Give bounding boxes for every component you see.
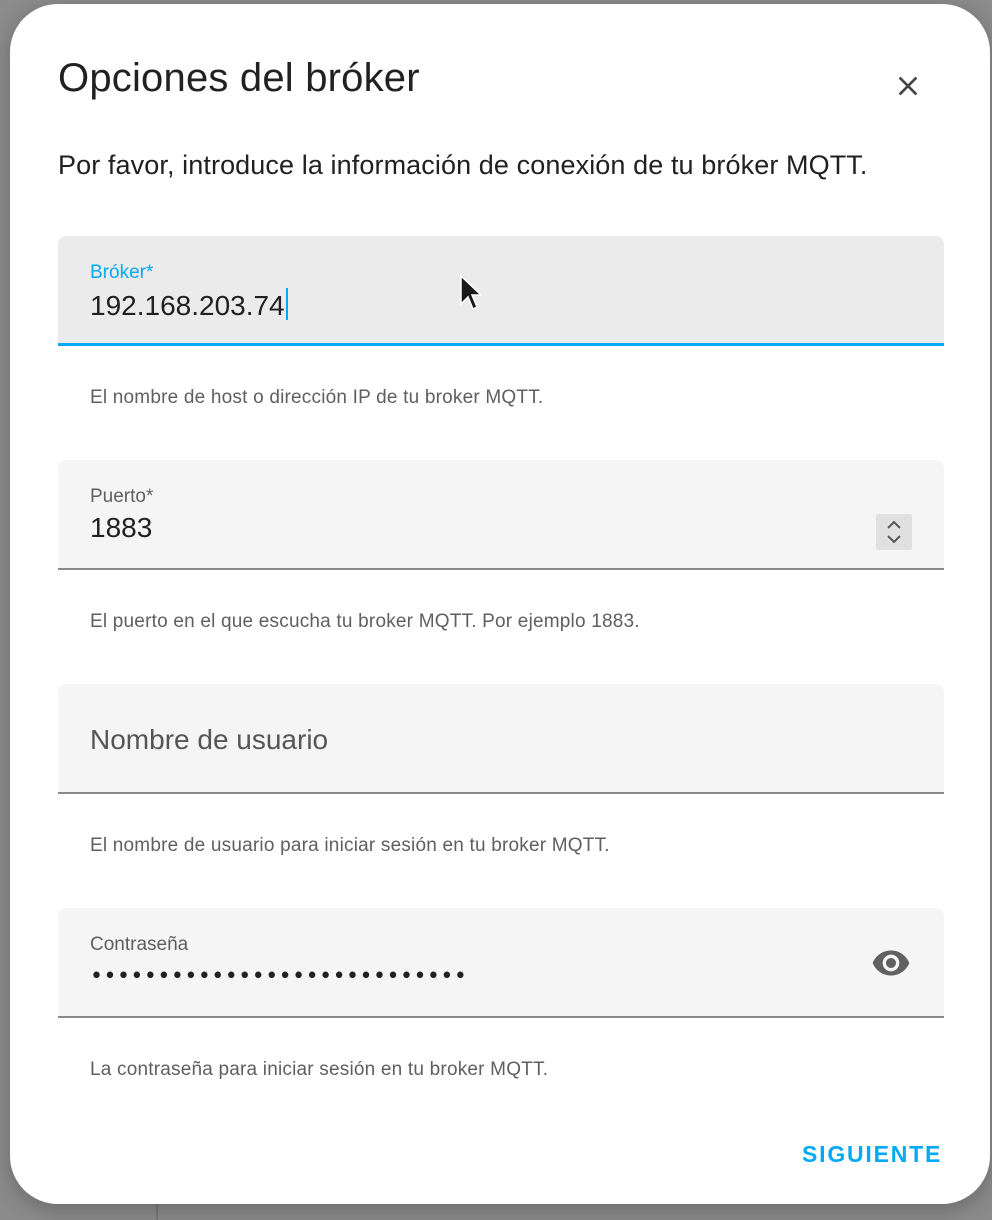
show-password-button[interactable] — [868, 940, 914, 986]
text-caret — [285, 288, 288, 320]
username-label: Nombre de usuario — [90, 724, 329, 755]
broker-input[interactable]: 192.168.203.74 — [90, 288, 288, 322]
eye-icon — [872, 950, 910, 976]
next-button[interactable]: SIGUIENTE — [794, 1134, 950, 1174]
port-field[interactable]: Puerto* 1883 — [58, 460, 944, 570]
broker-helper-text: El nombre de host o dirección IP de tu b… — [90, 387, 544, 408]
dialog-description: Por favor, introduce la información de c… — [58, 150, 868, 180]
mouse-cursor-icon — [460, 274, 483, 311]
dialog-title: Opciones del bróker — [58, 56, 420, 100]
close-button[interactable] — [882, 60, 934, 112]
spinner-icon — [887, 520, 901, 544]
port-input[interactable]: 1883 — [90, 512, 152, 544]
close-icon — [898, 76, 918, 96]
username-helper-text: El nombre de usuario para iniciar sesión… — [90, 835, 610, 856]
password-input[interactable]: •••••••••••••••••••••••••••• — [90, 964, 467, 989]
port-spinner[interactable] — [876, 514, 912, 550]
username-field[interactable]: Nombre de usuario — [58, 684, 944, 794]
password-label: Contraseña — [90, 934, 189, 955]
password-field[interactable]: Contraseña •••••••••••••••••••••••••••• — [58, 908, 944, 1018]
broker-field[interactable]: Bróker* 192.168.203.74 — [58, 236, 944, 346]
broker-options-dialog: Opciones del bróker Por favor, introduce… — [10, 4, 990, 1204]
broker-label: Bróker* — [90, 262, 154, 283]
port-label: Puerto* — [90, 486, 154, 507]
broker-input-value: 192.168.203.74 — [90, 290, 285, 321]
password-helper-text: La contraseña para iniciar sesión en tu … — [90, 1059, 549, 1080]
port-helper-text: El puerto en el que escucha tu broker MQ… — [90, 611, 640, 632]
